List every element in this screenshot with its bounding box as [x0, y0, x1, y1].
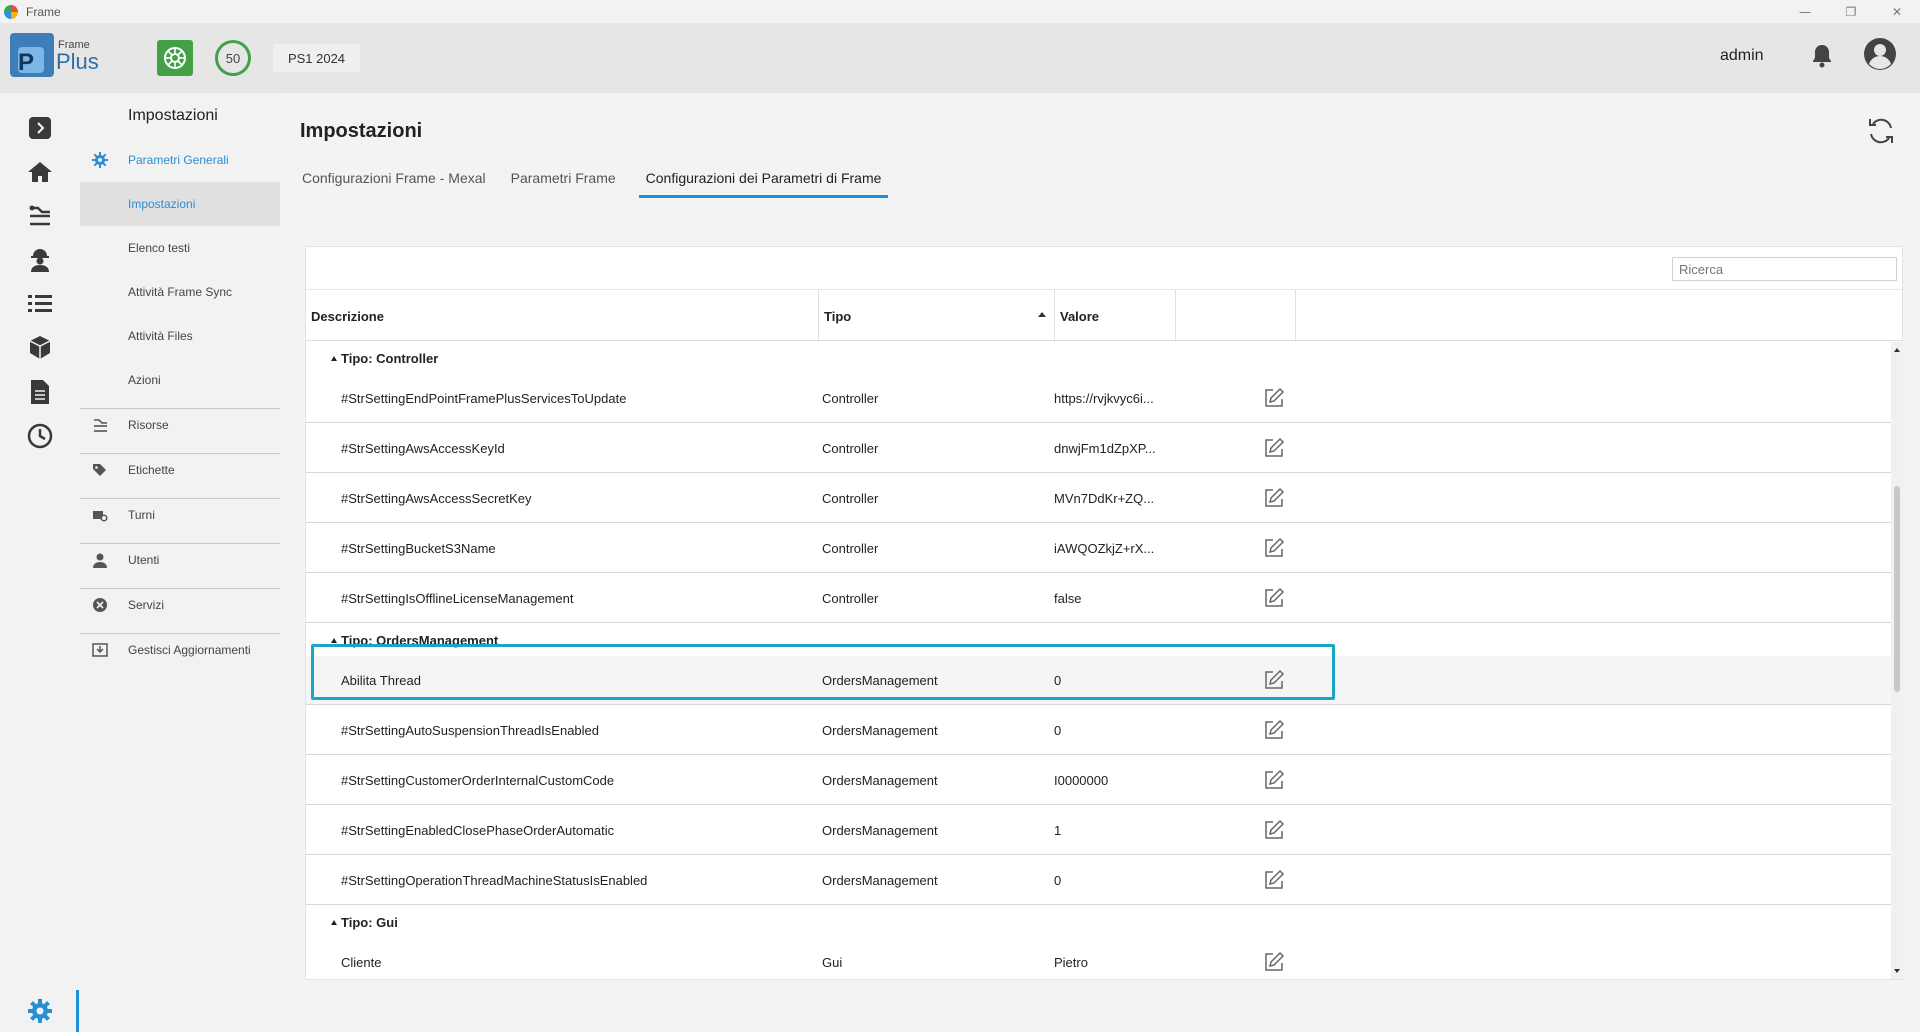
download-icon [92, 642, 108, 658]
edit-icon[interactable] [1263, 537, 1285, 559]
sort-ascending-icon [1038, 312, 1046, 317]
edit-icon[interactable] [1263, 437, 1285, 459]
user-icon [92, 552, 108, 568]
table-row[interactable]: #StrSettingEndPointFramePlusServicesToUp… [306, 374, 1891, 423]
home-icon[interactable] [24, 156, 56, 188]
services-icon [92, 597, 108, 613]
edit-icon[interactable] [1263, 819, 1285, 841]
grid-rows: Tipo: Controller #StrSettingEndPointFram… [306, 342, 1891, 979]
vertical-scrollbar[interactable] [1891, 342, 1903, 979]
page-title: Impostazioni [300, 120, 423, 142]
collapse-triangle-icon [331, 919, 337, 925]
nav-rail [0, 93, 80, 1032]
window-title: Frame [26, 4, 61, 19]
edit-icon[interactable] [1263, 869, 1285, 891]
settings-sidebar: Impostazioni Parametri Generali Impostaz… [80, 93, 280, 1032]
edit-icon[interactable] [1263, 587, 1285, 609]
sidebar-item-gestisci-aggiornamenti[interactable]: Gestisci Aggiornamenti [80, 628, 280, 672]
search-input[interactable] [1672, 257, 1897, 281]
tab-parametri-frame[interactable]: Parametri Frame [509, 160, 623, 198]
sidebar-item-servizi[interactable]: Servizi [80, 583, 280, 627]
column-header-tipo-label: Tipo [824, 308, 852, 324]
period-badge[interactable]: PS1 2024 [273, 44, 360, 72]
table-row[interactable]: #StrSettingAwsAccessKeyId Controller dnw… [306, 424, 1891, 473]
list-icon[interactable] [24, 288, 56, 320]
scroll-down-arrow-icon[interactable] [1894, 969, 1900, 973]
edit-icon[interactable] [1263, 387, 1285, 409]
table-row[interactable]: #StrSettingIsOfflineLicenseManagement Co… [306, 574, 1891, 623]
minimize-button[interactable]: — [1782, 0, 1828, 23]
edit-icon[interactable] [1263, 669, 1285, 691]
frame-plus-logo[interactable]: P Frame Plus [10, 33, 100, 77]
resources-rail-icon[interactable] [24, 200, 56, 232]
group-row-controller[interactable]: Tipo: Controller [306, 342, 1891, 374]
sidebar-item-utenti[interactable]: Utenti [80, 538, 280, 582]
document-icon[interactable] [24, 376, 56, 408]
edit-icon[interactable] [1263, 951, 1285, 973]
box-icon[interactable] [24, 332, 56, 364]
app-icon [4, 4, 18, 19]
sidebar-item-etichette[interactable]: Etichette [80, 448, 280, 492]
scroll-up-arrow-icon[interactable] [1894, 348, 1900, 352]
scroll-thumb[interactable] [1894, 486, 1900, 692]
collapse-triangle-icon [331, 637, 337, 643]
bell-icon[interactable] [1810, 43, 1834, 74]
sidebar-heading: Impostazioni [128, 107, 218, 124]
tab-configurazioni-frame-mexal[interactable]: Configurazioni Frame - Mexal [300, 160, 493, 198]
resources-icon [92, 417, 108, 433]
refresh-icon[interactable] [1866, 116, 1896, 151]
sidebar-item-elenco-testi[interactable]: Elenco testi [80, 226, 280, 270]
expand-icon[interactable] [24, 112, 56, 144]
column-header-valore[interactable]: Valore [1055, 290, 1176, 342]
worker-icon[interactable] [24, 244, 56, 276]
progress-circle[interactable]: 50 [215, 40, 251, 76]
table-row[interactable]: #StrSettingAwsAccessSecretKey Controller… [306, 474, 1891, 523]
table-row-selected[interactable]: Abilita Thread OrdersManagement 0 [306, 656, 1891, 705]
settings-grid-panel: Descrizione Tipo Valore Tipo: Controller… [305, 246, 1903, 980]
edit-icon[interactable] [1263, 719, 1285, 741]
column-header-descrizione[interactable]: Descrizione [306, 290, 819, 342]
username-label[interactable]: admin [1720, 47, 1764, 65]
sidebar-item-attivita-files[interactable]: Attività Files [80, 314, 280, 358]
active-rail-indicator [76, 990, 79, 1032]
app-header: P Frame Plus 50 PS1 2024 admin [0, 23, 1920, 93]
module-badge-icon[interactable] [157, 40, 193, 76]
table-row[interactable]: Cliente Gui Pietro [306, 938, 1891, 979]
gear-icon [92, 152, 108, 168]
table-row[interactable]: #StrSettingCustomerOrderInternalCustomCo… [306, 756, 1891, 805]
settings-tabs: Configurazioni Frame - Mexal Parametri F… [300, 160, 904, 198]
window-titlebar: Frame — ❐ ✕ [0, 0, 1920, 23]
clock-icon[interactable] [24, 420, 56, 452]
column-header-tipo[interactable]: Tipo [819, 290, 1055, 342]
group-row-ordersmanagement[interactable]: Tipo: OrdersManagement [306, 624, 1891, 656]
table-row[interactable]: #StrSettingEnabledClosePhaseOrderAutomat… [306, 806, 1891, 855]
user-avatar-icon[interactable] [1864, 38, 1896, 75]
table-row[interactable]: #StrSettingBucketS3Name Controller iAWQO… [306, 524, 1891, 573]
maximize-button[interactable]: ❐ [1828, 0, 1874, 23]
edit-icon[interactable] [1263, 769, 1285, 791]
collapse-triangle-icon [331, 355, 337, 361]
sidebar-item-turni[interactable]: Turni [80, 493, 280, 537]
sidebar-item-impostazioni[interactable]: Impostazioni [80, 182, 280, 226]
table-row[interactable]: #StrSettingAutoSuspensionThreadIsEnabled… [306, 706, 1891, 755]
sidebar-item-risorse[interactable]: Risorse [80, 403, 280, 447]
sidebar-item-parametri-generali[interactable]: Parametri Generali [80, 138, 280, 182]
sidebar-item-attivita-frame-sync[interactable]: Attività Frame Sync [80, 270, 280, 314]
edit-icon[interactable] [1263, 487, 1285, 509]
group-row-gui[interactable]: Tipo: Gui [306, 906, 1891, 938]
settings-gear-icon[interactable] [24, 995, 56, 1027]
column-header-actions [1176, 290, 1296, 342]
shifts-icon [92, 507, 108, 523]
grid-header: Descrizione Tipo Valore [306, 289, 1902, 342]
tags-icon [92, 462, 108, 478]
tab-configurazioni-parametri-frame[interactable]: Configurazioni dei Parametri di Frame [638, 160, 889, 198]
close-button[interactable]: ✕ [1874, 0, 1920, 23]
table-row[interactable]: #StrSettingOperationThreadMachineStatusI… [306, 856, 1891, 905]
sidebar-item-azioni[interactable]: Azioni [80, 358, 280, 402]
